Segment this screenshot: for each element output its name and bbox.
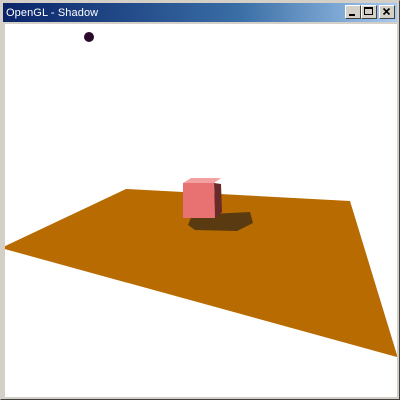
close-icon	[382, 7, 391, 16]
minimize-button[interactable]	[345, 5, 361, 19]
close-button[interactable]	[379, 5, 395, 19]
gl-viewport[interactable]	[5, 24, 397, 397]
maximize-icon	[364, 7, 373, 15]
window-title: OpenGL - Shadow	[6, 6, 99, 19]
window-controls	[345, 5, 395, 19]
minimize-icon	[349, 14, 355, 16]
title-bar[interactable]: OpenGL - Shadow	[3, 3, 397, 22]
maximize-button[interactable]	[361, 5, 377, 19]
cube-side-face	[214, 183, 222, 218]
light-source-icon	[84, 32, 94, 42]
cube-front-face	[183, 183, 215, 218]
opengl-scene	[5, 24, 397, 397]
opengl-window: OpenGL - Shadow	[0, 0, 400, 400]
